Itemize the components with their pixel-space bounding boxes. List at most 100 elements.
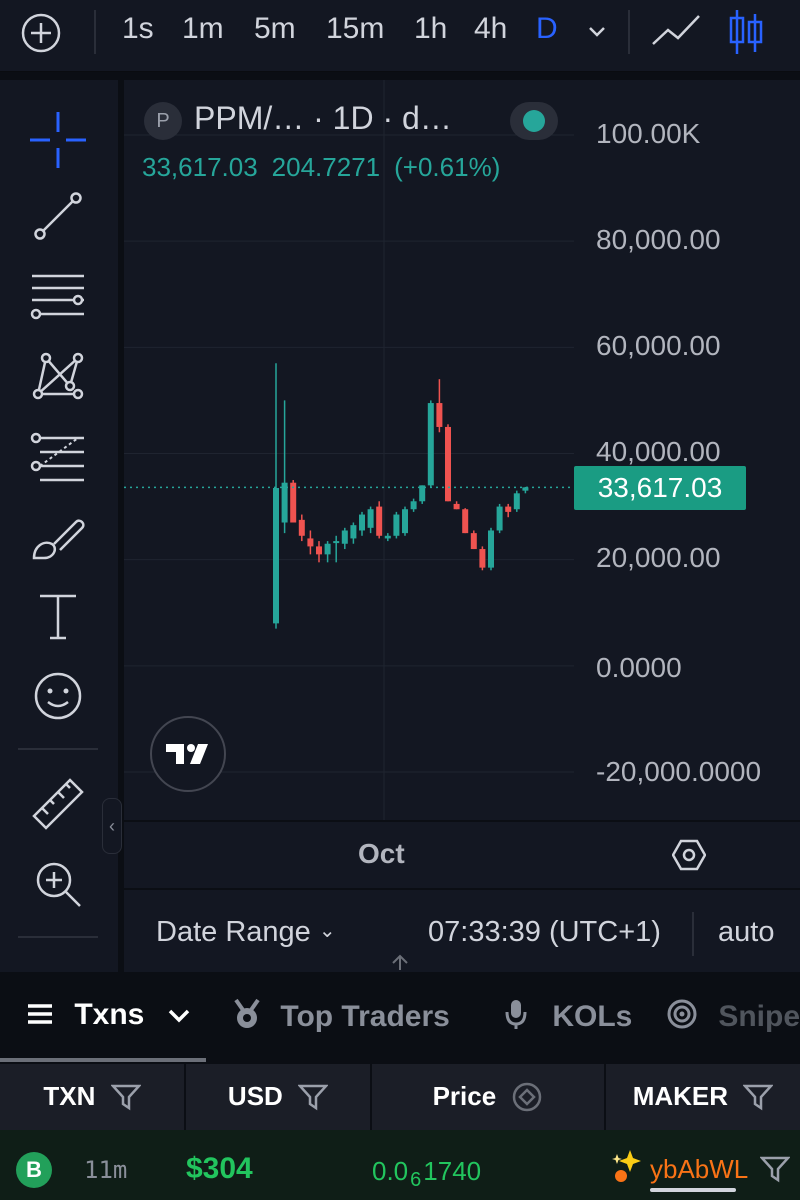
column-header-usd[interactable]: USD — [186, 1064, 370, 1130]
maker-cell[interactable]: ybAbWL — [610, 1148, 748, 1188]
microphone-icon — [504, 998, 528, 1038]
price-toggle-icon[interactable] — [511, 1081, 543, 1113]
y-tick-label: -20,000.0000 — [596, 756, 762, 787]
change-value: 204.7271 — [271, 152, 381, 182]
candle-up — [410, 501, 417, 510]
candle-up — [273, 488, 279, 624]
y-tick-label: 100.00K — [596, 118, 701, 149]
collapse-toolbar-button[interactable]: ‹ — [102, 798, 122, 854]
price-digits: 1740 — [423, 1156, 482, 1186]
timeframe-1h[interactable]: 1h — [414, 12, 447, 46]
auto-scale-toggle[interactable]: auto — [718, 916, 774, 949]
candle-down — [316, 546, 322, 555]
range-bar-divider — [692, 912, 694, 956]
date-range-label: Date Range — [156, 916, 311, 948]
y-tick-label: 60,000.00 — [596, 330, 721, 361]
candle-down — [453, 503, 460, 510]
candle-down — [290, 482, 297, 523]
column-label: MAKER — [632, 1081, 729, 1111]
table-row[interactable]: B 11m $304 0.0 61740 ybAbWL — [0, 1130, 800, 1200]
tradingview-logo[interactable] — [150, 716, 226, 792]
zoom-in-icon[interactable] — [26, 852, 90, 916]
candle-down — [307, 538, 314, 547]
candle-down — [479, 549, 486, 568]
tab-label: KOLs — [552, 1000, 633, 1033]
candle-up — [341, 530, 348, 544]
brush-icon[interactable] — [26, 506, 90, 570]
timezone-clock[interactable]: 07:33:39 (UTC+1) — [428, 916, 661, 949]
chevron-down-icon — [167, 998, 191, 1032]
activity-tabs: Txns Top Traders KOLs Snipe — [0, 976, 800, 1064]
close-value: 33,617.03 — [142, 152, 258, 182]
fib-retracement-icon[interactable] — [26, 426, 90, 490]
candle-up — [513, 493, 520, 510]
timeframe-4h[interactable]: 4h — [474, 12, 507, 46]
candle-up — [384, 535, 391, 539]
tab-top-traders[interactable]: Top Traders — [232, 998, 450, 1038]
txn-price: 0.0 61740 — [372, 1156, 481, 1192]
plus-circle-icon[interactable] — [20, 12, 62, 54]
timeframe-1s[interactable]: 1s — [122, 12, 154, 46]
column-label: Price — [432, 1081, 497, 1111]
medal-icon — [232, 998, 262, 1038]
candle-up — [324, 543, 331, 555]
trend-line-icon[interactable] — [26, 184, 90, 248]
column-header-txn[interactable]: TXN — [0, 1064, 184, 1130]
range-bar: Date Range ⌄ 07:33:39 (UTC+1) auto — [124, 890, 800, 972]
filter-icon[interactable] — [109, 1083, 142, 1111]
column-header-maker[interactable]: MAKER — [606, 1064, 800, 1130]
filter-icon[interactable] — [742, 1083, 775, 1111]
active-tab-indicator — [0, 1058, 206, 1062]
column-label: TXN — [43, 1081, 96, 1111]
xabcd-pattern-icon[interactable] — [26, 342, 90, 406]
list-icon — [26, 1000, 54, 1034]
timeframe-1m[interactable]: 1m — [182, 12, 224, 46]
symbol-title[interactable]: PPM/… · 1D · d… — [194, 100, 452, 137]
y-tick-label: 20,000.00 — [596, 542, 721, 573]
timeframe-15m[interactable]: 15m — [326, 12, 384, 46]
timeframe-5m[interactable]: 5m — [254, 12, 296, 46]
ruler-icon[interactable] — [26, 772, 90, 836]
toolbar-divider — [18, 748, 98, 750]
drawing-toolbar — [0, 80, 118, 972]
maker-underline — [650, 1188, 736, 1192]
price-prefix: 0.0 — [372, 1156, 409, 1186]
tab-label: Txns — [74, 998, 145, 1031]
toolbar-divider — [18, 936, 98, 938]
candle-up — [427, 403, 434, 486]
candlestick-icon[interactable] — [726, 8, 766, 56]
last-price-label: 33,617.03 — [574, 466, 746, 510]
tab-kols[interactable]: KOLs — [504, 998, 632, 1038]
candle-down — [376, 506, 383, 536]
timeframe-d[interactable]: D — [536, 12, 558, 46]
candle-up — [393, 514, 400, 536]
tab-snipe[interactable]: Snipe — [666, 998, 800, 1038]
candle-down — [505, 506, 512, 512]
candle-up — [281, 482, 288, 523]
column-header-price[interactable]: Price — [372, 1064, 604, 1130]
line-chart-icon[interactable] — [650, 10, 702, 50]
market-status-icon — [510, 102, 558, 140]
price-chart[interactable]: P PPM/… · 1D · d… 33,617.03 204.7271 (+0.6… — [124, 80, 800, 820]
horizontal-lines-icon[interactable] — [26, 264, 90, 328]
date-range-button[interactable]: Date Range ⌄ — [156, 916, 336, 949]
time-axis: Oct — [124, 822, 800, 888]
candle-down — [298, 519, 305, 536]
change-percent: (+0.61%) — [394, 152, 501, 182]
tab-txns[interactable]: Txns — [26, 998, 191, 1034]
chevron-down-icon[interactable] — [586, 22, 608, 40]
x-tick-label: Oct — [358, 838, 405, 869]
text-tool-icon[interactable] — [26, 584, 90, 648]
candle-up — [496, 506, 503, 531]
txn-age: 11m — [84, 1156, 128, 1184]
candle-down — [470, 533, 477, 550]
settings-icon[interactable] — [672, 838, 706, 872]
emoji-icon[interactable] — [26, 664, 90, 728]
tradingview-logo-icon — [166, 744, 208, 764]
filter-icon[interactable] — [760, 1154, 790, 1184]
sparkle-icon — [612, 1150, 641, 1182]
candle-up — [350, 525, 357, 539]
column-label: USD — [227, 1081, 283, 1111]
filter-icon[interactable] — [297, 1083, 329, 1111]
crosshair-icon[interactable] — [26, 108, 90, 172]
